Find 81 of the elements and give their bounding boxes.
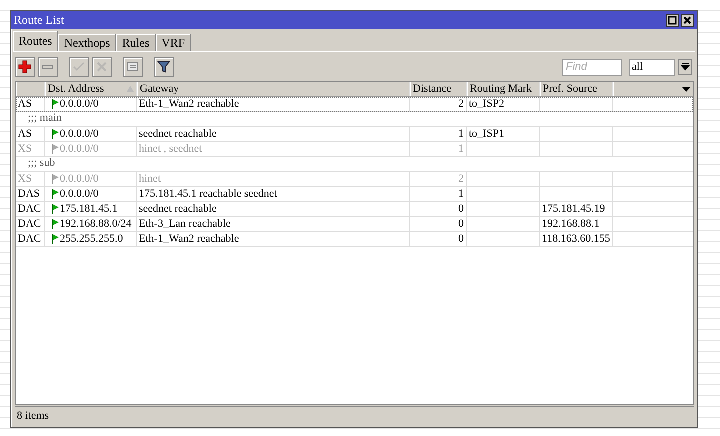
note-icon	[126, 60, 140, 74]
add-button[interactable]	[15, 57, 35, 77]
flags-cell: AS	[16, 97, 45, 111]
flags-cell: AS	[16, 127, 45, 141]
flag-icon	[52, 219, 59, 229]
tab[interactable]: VRF	[156, 34, 192, 51]
distance-cell: 0	[410, 202, 467, 216]
cross-icon	[95, 60, 109, 74]
distance-cell: 1	[410, 127, 467, 141]
dst-address-cell: 192.168.88.0/24	[60, 218, 132, 230]
distance-cell: 2	[410, 97, 467, 111]
check-icon	[72, 60, 86, 74]
dst-address-cell: 0.0.0.0/0	[60, 98, 99, 110]
comment-text: ;;; main	[27, 112, 62, 126]
tab[interactable]: Routes	[13, 31, 58, 51]
tab[interactable]: Rules	[116, 34, 156, 51]
filter-icon	[157, 60, 171, 74]
gateway-cell: hinet , seednet	[137, 142, 410, 156]
sort-icon	[127, 86, 134, 92]
flags-cell: XS	[16, 142, 45, 156]
gateway-cell: Eth-1_Wan2 reachable	[137, 97, 410, 111]
close-icon[interactable]	[681, 14, 694, 26]
column-header[interactable]: Dst. Address	[45, 82, 137, 96]
plus-icon	[18, 60, 32, 74]
flag-icon	[52, 234, 59, 244]
flags-cell: DAC	[16, 217, 45, 231]
column-header[interactable]: Gateway	[137, 82, 410, 96]
flags-cell: XS	[16, 172, 45, 186]
maximize-icon[interactable]	[666, 14, 679, 26]
distance-cell: 1	[410, 187, 467, 201]
gateway-cell: Eth-1_Wan2 reachable	[137, 232, 410, 246]
pref-source-cell: 118.163.60.155	[540, 232, 613, 246]
gateway-cell: seednet reachable	[137, 127, 410, 141]
item-count: 8 items	[17, 410, 50, 422]
table-row[interactable]: DAC 255.255.255.0 Eth-1_Wan2 reachable 0 118.163.60.155	[16, 232, 693, 247]
dst-address-cell: 0.0.0.0/0	[60, 188, 99, 200]
flag-icon	[52, 204, 59, 214]
column-menu-icon[interactable]	[682, 86, 691, 92]
distance-cell: 2	[410, 172, 467, 186]
window-title: Route List	[14, 12, 64, 28]
dropdown-button[interactable]	[678, 59, 692, 75]
dst-address-cell: 255.255.255.0	[60, 232, 124, 246]
dropdown-arrow-icon	[680, 62, 690, 72]
tab[interactable]: Nexthops	[58, 34, 116, 51]
column-header[interactable]: Distance	[410, 82, 467, 96]
dst-address-cell: 175.181.45.1	[60, 202, 118, 216]
flags-cell: DAC	[16, 232, 45, 246]
pref-source-cell: 192.168.88.1	[540, 217, 613, 231]
table-row[interactable]: DAS 0.0.0.0/0 175.181.45.1 reachable seednet 1	[16, 187, 693, 202]
flag-icon	[52, 189, 59, 199]
table-row[interactable]: AS 0.0.0.0/0 Eth-1_Wan2 reachable 2 to_ISP2	[16, 97, 693, 112]
gateway-cell: seednet reachable	[137, 202, 410, 216]
flag-icon	[52, 174, 59, 184]
gateway-cell: hinet	[137, 172, 410, 186]
table-row[interactable]: DAC 175.181.45.1 seednet reachable 0 175.181.45.19	[16, 202, 693, 217]
filter-dropdown[interactable]: all	[629, 58, 675, 76]
flags-cell: DAC	[16, 202, 45, 216]
flag-icon	[52, 129, 59, 139]
column-header[interactable]: Routing Mark	[467, 82, 540, 96]
dst-address-cell: 0.0.0.0/0	[60, 142, 99, 156]
routing-mark-cell: to_ISP1	[467, 127, 540, 141]
table-row[interactable]: AS 0.0.0.0/0 seednet reachable 1 to_ISP1	[16, 127, 693, 142]
flag-icon	[52, 99, 59, 109]
distance-cell: 0	[410, 217, 467, 231]
remove-button[interactable]	[38, 57, 58, 77]
comment-button[interactable]	[123, 57, 143, 77]
gateway-cell: Eth-3_Lan reachable	[137, 217, 410, 231]
distance-cell: 0	[410, 232, 467, 246]
gateway-cell: 175.181.45.1 reachable seednet	[137, 187, 410, 201]
flags-cell: DAS	[16, 187, 45, 201]
pref-source-cell: 175.181.45.19	[540, 202, 613, 216]
column-header[interactable]: Pref. Source	[540, 82, 613, 96]
dst-address-cell: 0.0.0.0/0	[60, 128, 99, 140]
comment-text: ;;; sub	[27, 157, 56, 171]
distance-cell: 1	[410, 142, 467, 156]
filter-button[interactable]	[154, 57, 174, 77]
table-row[interactable]: DAC 192.168.88.0/24 Eth-3_Lan reachable 0 192.168.88.1	[16, 217, 693, 232]
find-field[interactable]: Find	[562, 58, 622, 76]
flag-icon	[52, 144, 59, 154]
routing-mark-cell: to_ISP2	[467, 97, 540, 111]
dst-address-cell: 0.0.0.0/0	[60, 172, 99, 186]
